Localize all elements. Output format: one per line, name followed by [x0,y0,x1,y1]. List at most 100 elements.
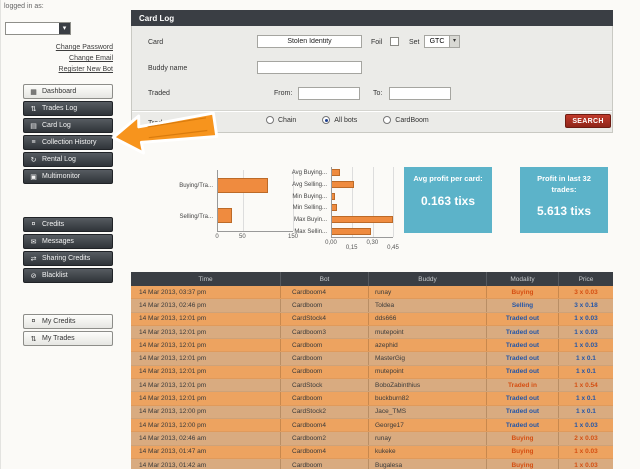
column-header-buddy: Buddy [369,272,487,286]
modality-cell: Traded out [487,405,559,418]
sidebar-item-label: Trades Log [42,105,78,112]
sidebar-item-sharing-credits[interactable]: ⇄ Sharing Credits [23,251,113,266]
bot-cell: Cardboom4 [281,286,369,299]
radio-label: All bots [334,116,358,124]
chart-plot-area: 0,00 0,15 0,30 0,45 [325,167,399,252]
chart-tick-label: 0 [215,234,219,240]
sidebar-item-my-trades[interactable]: ⇅ My Trades [23,331,113,346]
chart-tick-label: 0,45 [387,245,399,251]
column-header-price: Price [578,275,594,283]
sidebar-item-label: Multimonitor [42,173,81,180]
modality-cell: Selling [487,299,559,312]
sidebar-group-logs: ▦ Dashboard ⇅ Trades Log ▤ Card Log ≡ Collectio… [23,84,113,186]
chart-bar [332,215,393,223]
chart-gridline [372,167,374,237]
bot-cell: Cardboom4 [281,418,369,432]
traded-to-input[interactable] [389,87,451,100]
my-trades-icon: ⇅ [30,335,37,343]
foil-checkbox[interactable] [390,37,399,46]
time-cell: 14 Mar 2013, 12:01 pm [131,379,281,392]
blacklist-icon: ⊘ [30,272,37,280]
link-register-new-bot[interactable]: Register New Bot [1,66,113,73]
sidebar-item-label: Card Log [42,122,71,129]
table-row: 14 Mar 2013, 02:46 pm Cardboom Toldea Selli… [131,299,613,313]
sidebar-item-messages[interactable]: ✉ Messages [23,234,113,249]
chart-gridline [352,167,354,237]
time-cell: 14 Mar 2013, 03:37 pm [131,286,281,299]
to-label: To: [373,90,383,97]
chart-bar [218,208,232,224]
foil-label: Foil [371,39,383,46]
modality-cell: Traded in [487,379,559,392]
radio-cardboom[interactable]: CardBoom [383,116,429,124]
search-button[interactable]: SEARCH [565,114,611,128]
sidebar-item-dashboard[interactable]: ▦ Dashboard [23,84,113,99]
sidebar-item-collection-history[interactable]: ≡ Collection History [23,135,113,150]
column-header-modality: Modality [487,272,559,286]
sidebar-item-trades-log[interactable]: ⇅ Trades Log [23,101,113,116]
sidebar-item-label: My Credits [42,318,76,325]
chart-category-label: Avg Buying... [291,169,327,176]
my-credits-icon: ¤ [31,318,36,325]
radio-icon[interactable] [383,116,392,124]
modality-cell: Buying [487,458,559,469]
buddy-cell: Jace_TMS [369,405,487,418]
sidebar-item-card-log[interactable]: ▤ Card Log [23,118,113,133]
card-icon: ▤ [30,122,37,130]
time-cell: 14 Mar 2013, 12:01 pm [131,392,281,405]
sidebar-item-blacklist[interactable]: ⊘ Blacklist [23,268,113,283]
sidebar-item-rental-log[interactable]: ↻ Rental Log [23,152,113,167]
column-header-bot: Bot [281,272,369,286]
set-select[interactable]: GTC ▾ [424,35,460,48]
price-cell: 1 x 0.1 [576,355,596,363]
radio-all-bots[interactable]: All bots [322,116,357,124]
radio-chain[interactable]: Chain [266,116,296,124]
time-cell: 14 Mar 2013, 12:01 pm [131,312,281,325]
modality-cell: Traded out [487,365,559,379]
sharing-icon: ⇄ [30,255,37,263]
table-row: 14 Mar 2013, 02:46 am Cardboom2 runay Buyin… [131,432,613,446]
bot-cell: Cardboom [281,392,369,405]
sidebar-item-label: Sharing Credits [42,255,91,262]
card-input[interactable] [257,35,362,48]
bot-select[interactable]: ▾ [5,22,71,35]
buddy-cell: runay [369,286,487,299]
modality-cell: Traded out [487,312,559,325]
trades-table: Time Bot Buddy Modality Price 14 Mar 2013, 0… [131,272,613,469]
buddy-cell: kukeke [369,445,487,458]
logged-in-label: logged in as: [4,3,44,10]
chart-row [332,192,393,200]
radio-icon[interactable] [266,116,274,124]
link-change-email[interactable]: Change Email [1,55,113,62]
sidebar-item-my-credits[interactable]: ¤ My Credits [23,314,113,329]
card-label: Card [148,39,164,46]
radio-selected-icon[interactable] [322,116,331,124]
traded-from-input[interactable] [298,87,360,100]
bot-cell: Cardboom3 [281,325,369,339]
table-row: 14 Mar 2013, 12:01 pm Cardboom buckburn82 T… [131,392,613,406]
sidebar-item-label: Blacklist [42,272,68,279]
history-icon: ≡ [31,139,36,146]
link-change-password[interactable]: Change Password [1,44,113,51]
price-cell: 1 x 0.03 [574,315,598,323]
table-row: 14 Mar 2013, 12:00 pm CardStock2 Jace_TMS T… [131,405,613,419]
sidebar-item-multimonitor[interactable]: ▣ Multimonitor [23,169,113,184]
stat-value: 5.613 tixs [536,204,592,218]
bot-cell: Cardboom [281,299,369,312]
table-row: 14 Mar 2013, 01:42 am Cardboom Bugalesa Buy… [131,458,613,469]
buddy-cell: MasterGig [369,352,487,365]
time-cell: 14 Mar 2013, 01:47 am [131,445,281,458]
chart-category-label: Buying/Tra... [179,182,213,189]
buddy-input[interactable] [257,61,362,74]
bot-cell: Cardboom4 [281,445,369,458]
modality-cell: Traded out [487,352,559,365]
time-cell: 14 Mar 2013, 12:01 pm [131,365,281,379]
table-row: 14 Mar 2013, 12:01 pm CardStock BoboZabint… [131,379,613,393]
buddy-cell: mutepoint [369,325,487,339]
sidebar-item-credits[interactable]: ¤ Credits [23,217,113,232]
sidebar-item-label: Messages [42,238,74,245]
profit-last-trades-stat-box: Profit in last 32 trades: 5.613 tixs [520,167,608,233]
bot-cell: CardStock4 [281,312,369,325]
price-cell: 1 x 0.03 [574,328,598,336]
bot-cell: Cardboom [281,339,369,352]
